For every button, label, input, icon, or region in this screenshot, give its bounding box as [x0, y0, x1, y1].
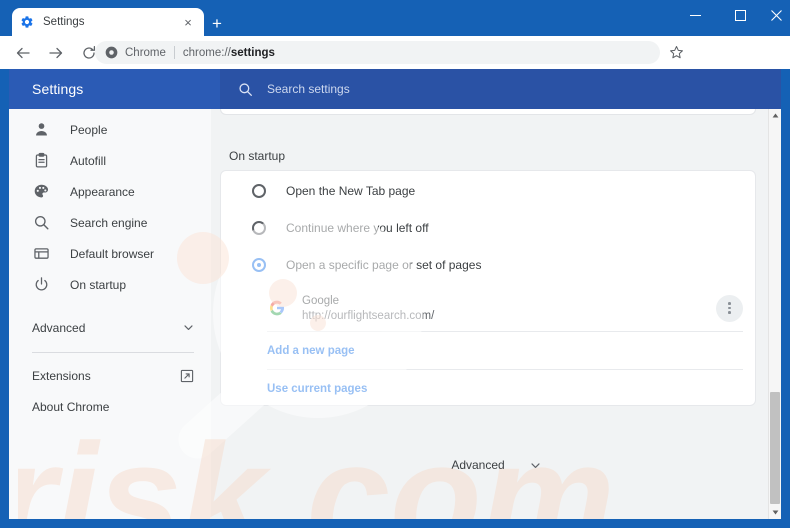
radio-option-specific-pages[interactable]: Open a specific page or set of pages	[221, 246, 757, 283]
sidebar-advanced-label: Advanced	[32, 320, 86, 335]
browser-tab-settings[interactable]: Settings ×	[12, 8, 204, 36]
menu-dot	[728, 311, 731, 315]
browser-window-icon	[32, 245, 50, 263]
scroll-down-arrow[interactable]	[769, 506, 781, 519]
sidebar-advanced-expander[interactable]: Advanced	[9, 312, 211, 343]
sidebar-item-appearance[interactable]: Appearance	[9, 176, 211, 207]
site-options-menu-button[interactable]	[716, 294, 743, 322]
back-button[interactable]	[9, 39, 37, 67]
sidebar-item-label: About Chrome	[32, 399, 110, 414]
tab-strip: Settings × +	[0, 0, 790, 36]
search-input-placeholder: Search settings	[267, 82, 350, 96]
link-label: Add a new page	[267, 345, 355, 357]
bookmark-star-icon[interactable]	[667, 43, 686, 62]
browser-toolbar: Chrome chrome:// settings H.	[0, 36, 790, 97]
window-close-button[interactable]	[763, 0, 790, 30]
settings-page-body: People Autofill Appearance Search engine…	[9, 109, 781, 519]
radio-icon	[252, 183, 266, 198]
menu-dot	[728, 301, 731, 305]
sidebar-item-label: Appearance	[70, 184, 135, 199]
triangle-down-icon	[772, 510, 778, 515]
new-tab-button[interactable]: +	[206, 12, 228, 34]
sidebar-item-on-startup[interactable]: On startup	[9, 269, 211, 300]
chrome-logo-icon	[105, 46, 118, 59]
advanced-label: Advanced	[451, 458, 505, 472]
menu-dot	[728, 306, 731, 310]
settings-sidebar: People Autofill Appearance Search engine…	[9, 109, 211, 519]
scroll-up-arrow[interactable]	[769, 109, 781, 122]
radio-icon	[252, 220, 266, 235]
sidebar-item-people[interactable]: People	[9, 114, 211, 145]
close-icon	[771, 9, 782, 21]
sidebar-item-label: Default browser	[70, 246, 155, 261]
window-minimize-button[interactable]	[673, 0, 718, 30]
tab-title: Settings	[43, 16, 85, 28]
on-startup-card: Open the New Tab page Continue where you…	[220, 170, 756, 406]
chevron-down-icon	[530, 460, 541, 471]
sidebar-item-default-browser[interactable]: Default browser	[9, 238, 211, 269]
sidebar-divider	[32, 352, 194, 353]
sidebar-item-search-engine[interactable]: Search engine	[9, 207, 211, 238]
maximize-icon	[735, 9, 746, 21]
radio-label: Continue where you left off	[286, 220, 429, 235]
sidebar-item-label: Search engine	[70, 215, 148, 230]
section-title: On startup	[229, 149, 286, 163]
triangle-up-icon	[772, 113, 778, 118]
window-maximize-button[interactable]	[718, 0, 763, 30]
startup-site-url: http://ourflightsearch.com/	[302, 309, 435, 322]
site-identity-label: Chrome	[125, 46, 166, 59]
sidebar-item-label: Extensions	[32, 368, 91, 383]
sidebar-item-label: People	[70, 122, 108, 137]
power-icon	[32, 276, 50, 294]
sidebar-item-autofill[interactable]: Autofill	[9, 145, 211, 176]
sidebar-item-label: On startup	[70, 277, 127, 292]
magnifier-icon	[32, 214, 50, 232]
advanced-expander-bottom[interactable]: Advanced	[211, 448, 781, 482]
clipboard-icon	[32, 152, 50, 170]
address-bar[interactable]: Chrome chrome:// settings	[95, 41, 660, 64]
arrow-left-icon	[16, 47, 30, 58]
previous-section-card	[220, 109, 756, 115]
page-scrollbar[interactable]	[768, 109, 781, 519]
minimize-icon	[690, 14, 701, 16]
sidebar-item-about-chrome[interactable]: About Chrome	[9, 391, 211, 422]
browser-window: Settings × + Chrome chrome:// settings S…	[0, 0, 790, 528]
settings-header: Settings Search settings	[9, 69, 781, 109]
scrollbar-thumb[interactable]	[770, 392, 780, 504]
add-a-new-page-link[interactable]: Add a new page	[221, 332, 757, 370]
sidebar-item-label: Autofill	[70, 153, 107, 168]
radio-icon-selected	[252, 257, 266, 272]
gear-icon	[20, 15, 34, 29]
radio-option-new-tab[interactable]: Open the New Tab page	[221, 172, 757, 209]
sidebar-item-extensions[interactable]: Extensions	[9, 360, 211, 391]
radio-label: Open a specific page or set of pages	[286, 257, 482, 272]
palette-icon	[32, 183, 50, 201]
forward-button[interactable]	[42, 39, 70, 67]
url-scheme: chrome://	[182, 46, 231, 59]
person-icon	[32, 121, 50, 139]
omnibox-divider	[173, 46, 175, 59]
radio-option-continue[interactable]: Continue where you left off	[221, 209, 757, 246]
external-link-icon	[180, 369, 194, 383]
link-label: Use current pages	[267, 383, 368, 395]
settings-search-box[interactable]: Search settings	[220, 69, 781, 109]
startup-site-row: Google http://ourflightsearch.com/	[221, 285, 757, 331]
radio-label: Open the New Tab page	[286, 183, 416, 198]
use-current-pages-link[interactable]: Use current pages	[221, 370, 757, 408]
page-title: Settings	[32, 81, 84, 97]
startup-site-name: Google	[302, 294, 340, 307]
search-icon	[238, 82, 253, 97]
close-icon[interactable]: ×	[180, 14, 196, 30]
settings-content: On startup Open the New Tab page Continu…	[211, 109, 781, 519]
startup-site-texts: Google http://ourflightsearch.com/	[302, 295, 716, 322]
arrow-right-icon	[49, 47, 63, 58]
chevron-down-icon	[183, 322, 194, 333]
url-path: settings	[230, 46, 275, 59]
star-icon	[670, 45, 683, 59]
google-g-icon	[269, 300, 285, 316]
